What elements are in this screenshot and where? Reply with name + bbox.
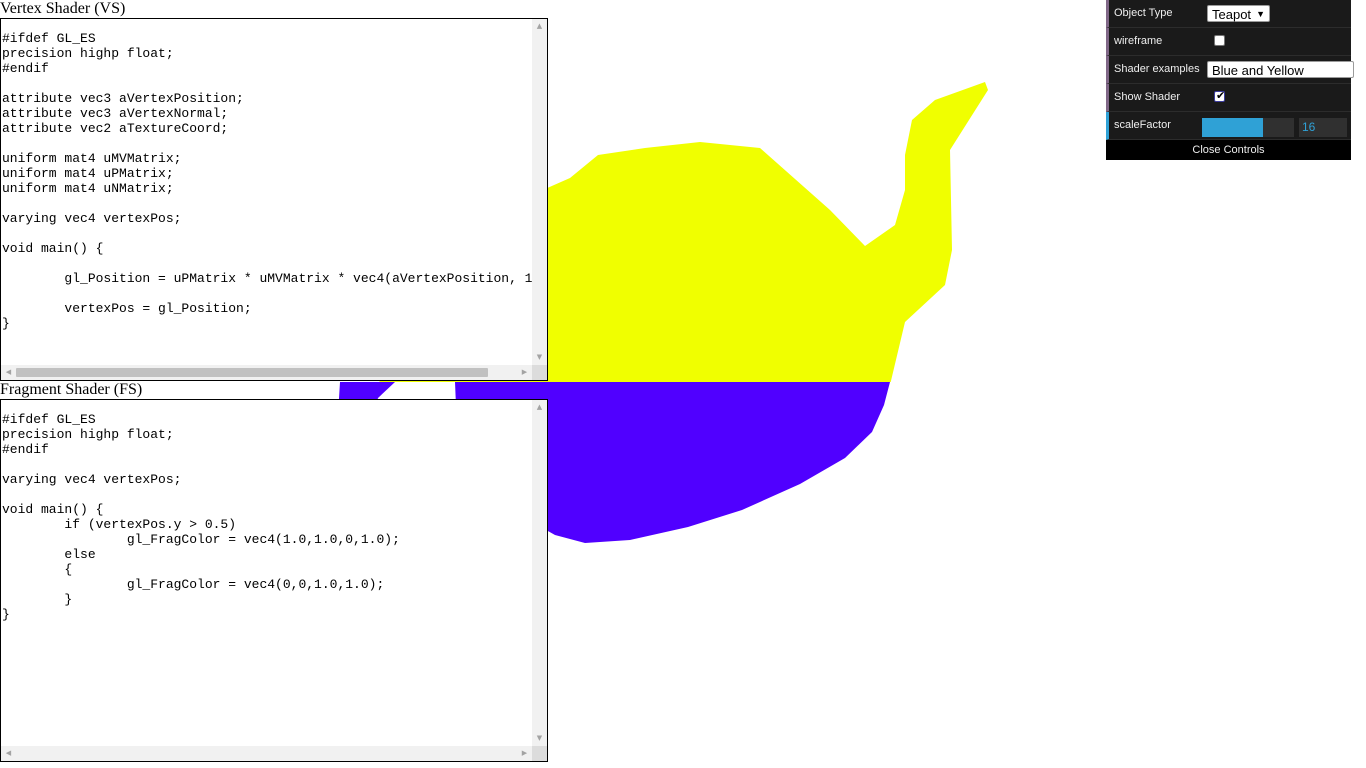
object-type-select[interactable]: Teapot ▼	[1207, 5, 1270, 22]
triangle-down-icon[interactable]: ▼	[532, 731, 547, 746]
horizontal-scroll-thumb[interactable]	[16, 368, 488, 377]
wireframe-checkbox[interactable]	[1214, 35, 1225, 46]
triangle-left-icon[interactable]: ◀	[1, 746, 16, 761]
scale-factor-row: scaleFactor 16	[1106, 112, 1351, 140]
triangle-up-icon[interactable]: ▲	[532, 19, 547, 34]
triangle-up-icon[interactable]: ▲	[532, 400, 547, 415]
shader-examples-value: Blue and Yellow	[1212, 63, 1304, 78]
vertex-horizontal-scrollbar[interactable]: ◀ ▶	[1, 365, 532, 380]
scale-factor-label: scaleFactor	[1114, 119, 1171, 131]
controls-panel: Object Type Teapot ▼ wireframe Shader ex…	[1106, 0, 1354, 160]
shader-examples-label: Shader examples	[1114, 63, 1200, 75]
object-type-row: Object Type Teapot ▼	[1106, 0, 1351, 28]
fragment-shader-editor[interactable]: #ifdef GL_ES precision highp float; #end…	[0, 399, 548, 762]
object-type-value: Teapot	[1212, 7, 1252, 22]
checkmark-icon: ✔	[1216, 89, 1226, 102]
scrollbar-corner	[532, 365, 547, 380]
fragment-shader-title: Fragment Shader (FS)	[0, 381, 143, 398]
triangle-right-icon[interactable]: ▶	[517, 746, 532, 761]
scale-factor-slider-fill	[1202, 118, 1263, 137]
fragment-horizontal-scrollbar[interactable]: ◀ ▶	[1, 746, 532, 761]
shader-examples-select[interactable]: Blue and Yellow	[1207, 61, 1354, 78]
scrollbar-corner	[532, 746, 547, 761]
vertex-shader-editor[interactable]: #ifdef GL_ES precision highp float; #end…	[0, 18, 548, 381]
vertex-shader-code[interactable]: #ifdef GL_ES precision highp float; #end…	[1, 19, 547, 331]
triangle-left-icon[interactable]: ◀	[1, 365, 16, 380]
vertex-shader-title: Vertex Shader (VS)	[0, 0, 126, 17]
fragment-vertical-scrollbar[interactable]: ▲ ▼	[532, 400, 547, 746]
triangle-down-icon[interactable]: ▼	[532, 350, 547, 365]
show-shader-label: Show Shader	[1114, 91, 1181, 103]
show-shader-checkbox[interactable]: ✔	[1214, 89, 1226, 102]
close-controls-button[interactable]: Close Controls	[1106, 140, 1351, 160]
vertex-vertical-scrollbar[interactable]: ▲ ▼	[532, 19, 547, 365]
wireframe-row: wireframe	[1106, 28, 1351, 56]
caret-down-icon: ▼	[1256, 9, 1265, 19]
shader-examples-row: Shader examples Blue and Yellow	[1106, 56, 1354, 84]
scale-factor-input[interactable]: 16	[1299, 118, 1347, 137]
scale-factor-slider[interactable]	[1202, 118, 1294, 137]
wireframe-label: wireframe	[1114, 35, 1163, 47]
object-type-label: Object Type	[1114, 7, 1173, 19]
fragment-shader-code[interactable]: #ifdef GL_ES precision highp float; #end…	[1, 400, 547, 622]
triangle-right-icon[interactable]: ▶	[517, 365, 532, 380]
show-shader-row: Show Shader ✔	[1106, 84, 1351, 112]
